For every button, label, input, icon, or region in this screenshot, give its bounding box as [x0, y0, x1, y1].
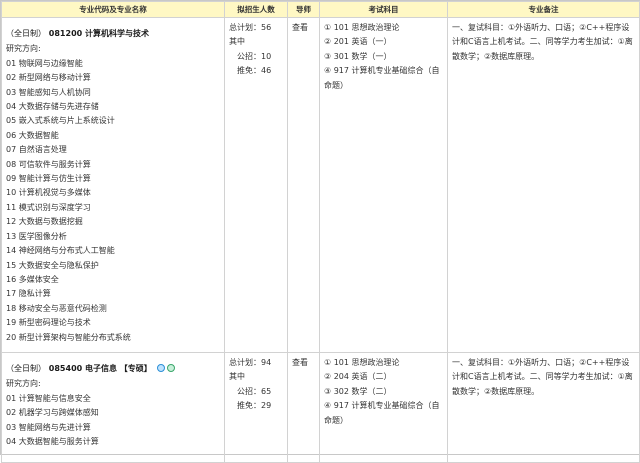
- header-major: 专业代码及专业名称: [1, 1, 225, 18]
- major-cell: （全日制） 081200 计算机科学与技术 研究方向: 01 物联网与边缘智能 …: [1, 17, 225, 353]
- direction-item: 12 大数据与数据挖掘: [6, 217, 83, 227]
- subject-item: ① 101 思想政治理论: [324, 23, 400, 32]
- enrollment-cell: 总计划：94 其中 公招：65 推免：29: [224, 352, 288, 463]
- catalog-table: 专业代码及专业名称 拟招生人数 导师 考试科目 专业备注 （全日制） 08120…: [1, 1, 640, 463]
- tutor-view-link[interactable]: 查看: [292, 356, 315, 370]
- study-format: （全日制）: [6, 29, 46, 38]
- direction-item: 04 大数据存储与先进存储: [6, 102, 99, 112]
- tutor-cell: 查看: [287, 17, 320, 353]
- direction-item: 20 新型计算架构与智能分布式系统: [6, 332, 131, 342]
- plan-breakdown-label: 其中: [229, 37, 245, 47]
- direction-item: 01 计算智能与信息安全: [6, 393, 91, 403]
- direction-item: 08 可信软件与服务计算: [6, 159, 91, 169]
- subject-item: ③ 301 数学（一）: [324, 51, 392, 61]
- plan-total: 总计划：94: [229, 358, 272, 367]
- direction-item: 14 神经网络与分布式人工智能: [6, 246, 115, 256]
- direction-item: 18 移动安全与恶意代码检测: [6, 303, 107, 313]
- direction-item: 15 大数据安全与隐私保护: [6, 260, 99, 270]
- tutor-view-link[interactable]: 查看: [292, 21, 315, 35]
- directions-label: 研究方向:: [6, 44, 41, 54]
- direction-item: 17 隐私计算: [6, 289, 51, 299]
- qa-icon-green[interactable]: [166, 363, 175, 372]
- direction-item: 05 嵌入式系统与片上系统设计: [6, 116, 115, 126]
- direction-item: 02 新型网络与移动计算: [6, 73, 91, 83]
- direction-item: 03 智能感知与人机协同: [6, 87, 91, 97]
- subject-item: ④ 917 计算机专业基础综合（自命题）: [324, 401, 440, 425]
- header-row: 专业代码及专业名称 拟招生人数 导师 考试科目 专业备注: [1, 1, 640, 18]
- table-row: （全日制） 081200 计算机科学与技术 研究方向: 01 物联网与边缘智能 …: [1, 17, 640, 353]
- plan-breakdown-label: 其中: [229, 372, 245, 382]
- direction-item: 02 机器学习与跨媒体感知: [6, 408, 99, 418]
- notes-cell: 一、复试科目：①外语听力、口语；②C++程序设计和C语言上机考试。二、同等学力考…: [447, 17, 640, 353]
- plan-public: 公招：10: [237, 51, 272, 61]
- plan-recommended: 推免：46: [237, 66, 272, 76]
- direction-item: 13 医学图像分析: [6, 231, 67, 241]
- direction-item: 03 智能网络与先进计算: [6, 422, 91, 432]
- plan-public: 公招：65: [237, 386, 272, 396]
- directions-label: 研究方向:: [6, 379, 41, 389]
- direction-item: 07 自然语言处理: [6, 145, 67, 155]
- major-note: 一、复试科目：①外语听力、口语；②C++程序设计和C语言上机考试。二、同等学力考…: [452, 23, 633, 61]
- direction-item: 09 智能计算与仿生计算: [6, 174, 91, 184]
- major-title: （全日制） 085400 电子信息 【专硕】: [6, 356, 220, 377]
- header-notes: 专业备注: [447, 1, 640, 18]
- notes-cell: 一、复试科目：①外语听力、口语；②C++程序设计和C语言上机考试。二、同等学力考…: [447, 352, 640, 463]
- major-code-name: 085400 电子信息: [48, 364, 117, 373]
- subjects-cell: ① 101 思想政治理论 ② 201 英语（一） ③ 301 数学（一） ④ 9…: [319, 17, 448, 353]
- subject-item: ④ 917 计算机专业基础综合（自命题）: [324, 66, 440, 90]
- subjects-cell: ① 101 思想政治理论 ② 204 英语（二） ③ 302 数学（二） ④ 9…: [319, 352, 448, 463]
- header-tutor: 导师: [287, 1, 320, 18]
- major-cell: （全日制） 085400 电子信息 【专硕】 研究方向: 01 计算智能与信息安…: [1, 352, 225, 463]
- study-format: （全日制）: [6, 364, 46, 373]
- header-subjects: 考试科目: [319, 1, 448, 18]
- major-note: 一、复试科目：①外语听力、口语；②C++程序设计和C语言上机考试。二、同等学力考…: [452, 358, 633, 396]
- direction-item: 16 多媒体安全: [6, 274, 59, 284]
- subject-item: ② 201 英语（一）: [324, 37, 392, 47]
- direction-item: 10 计算机视觉与多媒体: [6, 188, 91, 198]
- plan-total: 总计划：56: [229, 23, 272, 32]
- subject-item: ② 204 英语（二）: [324, 372, 392, 382]
- tutor-cell: 查看: [287, 352, 320, 463]
- major-title: （全日制） 081200 计算机科学与技术: [6, 21, 220, 42]
- major-code-name: 081200 计算机科学与技术: [48, 29, 149, 38]
- qa-icon-blue[interactable]: [156, 363, 165, 372]
- major-type-tag: 【专硕】: [119, 364, 152, 373]
- direction-item: 11 模式识别与深度学习: [6, 202, 91, 212]
- direction-item: 06 大数据智能: [6, 130, 59, 140]
- plan-recommended: 推免：29: [237, 401, 272, 411]
- subject-item: ① 101 思想政治理论: [324, 358, 400, 367]
- subject-item: ③ 302 数学（二）: [324, 386, 392, 396]
- direction-item: 19 新型密码理论与技术: [6, 318, 91, 328]
- table-row: （全日制） 085400 电子信息 【专硕】 研究方向: 01 计算智能与信息安…: [1, 352, 640, 463]
- direction-item: 01 物联网与边缘智能: [6, 58, 83, 68]
- header-enrollment: 拟招生人数: [224, 1, 288, 18]
- direction-item: 04 大数据智能与服务计算: [6, 437, 99, 447]
- enrollment-cell: 总计划：56 其中 公招：10 推免：46: [224, 17, 288, 353]
